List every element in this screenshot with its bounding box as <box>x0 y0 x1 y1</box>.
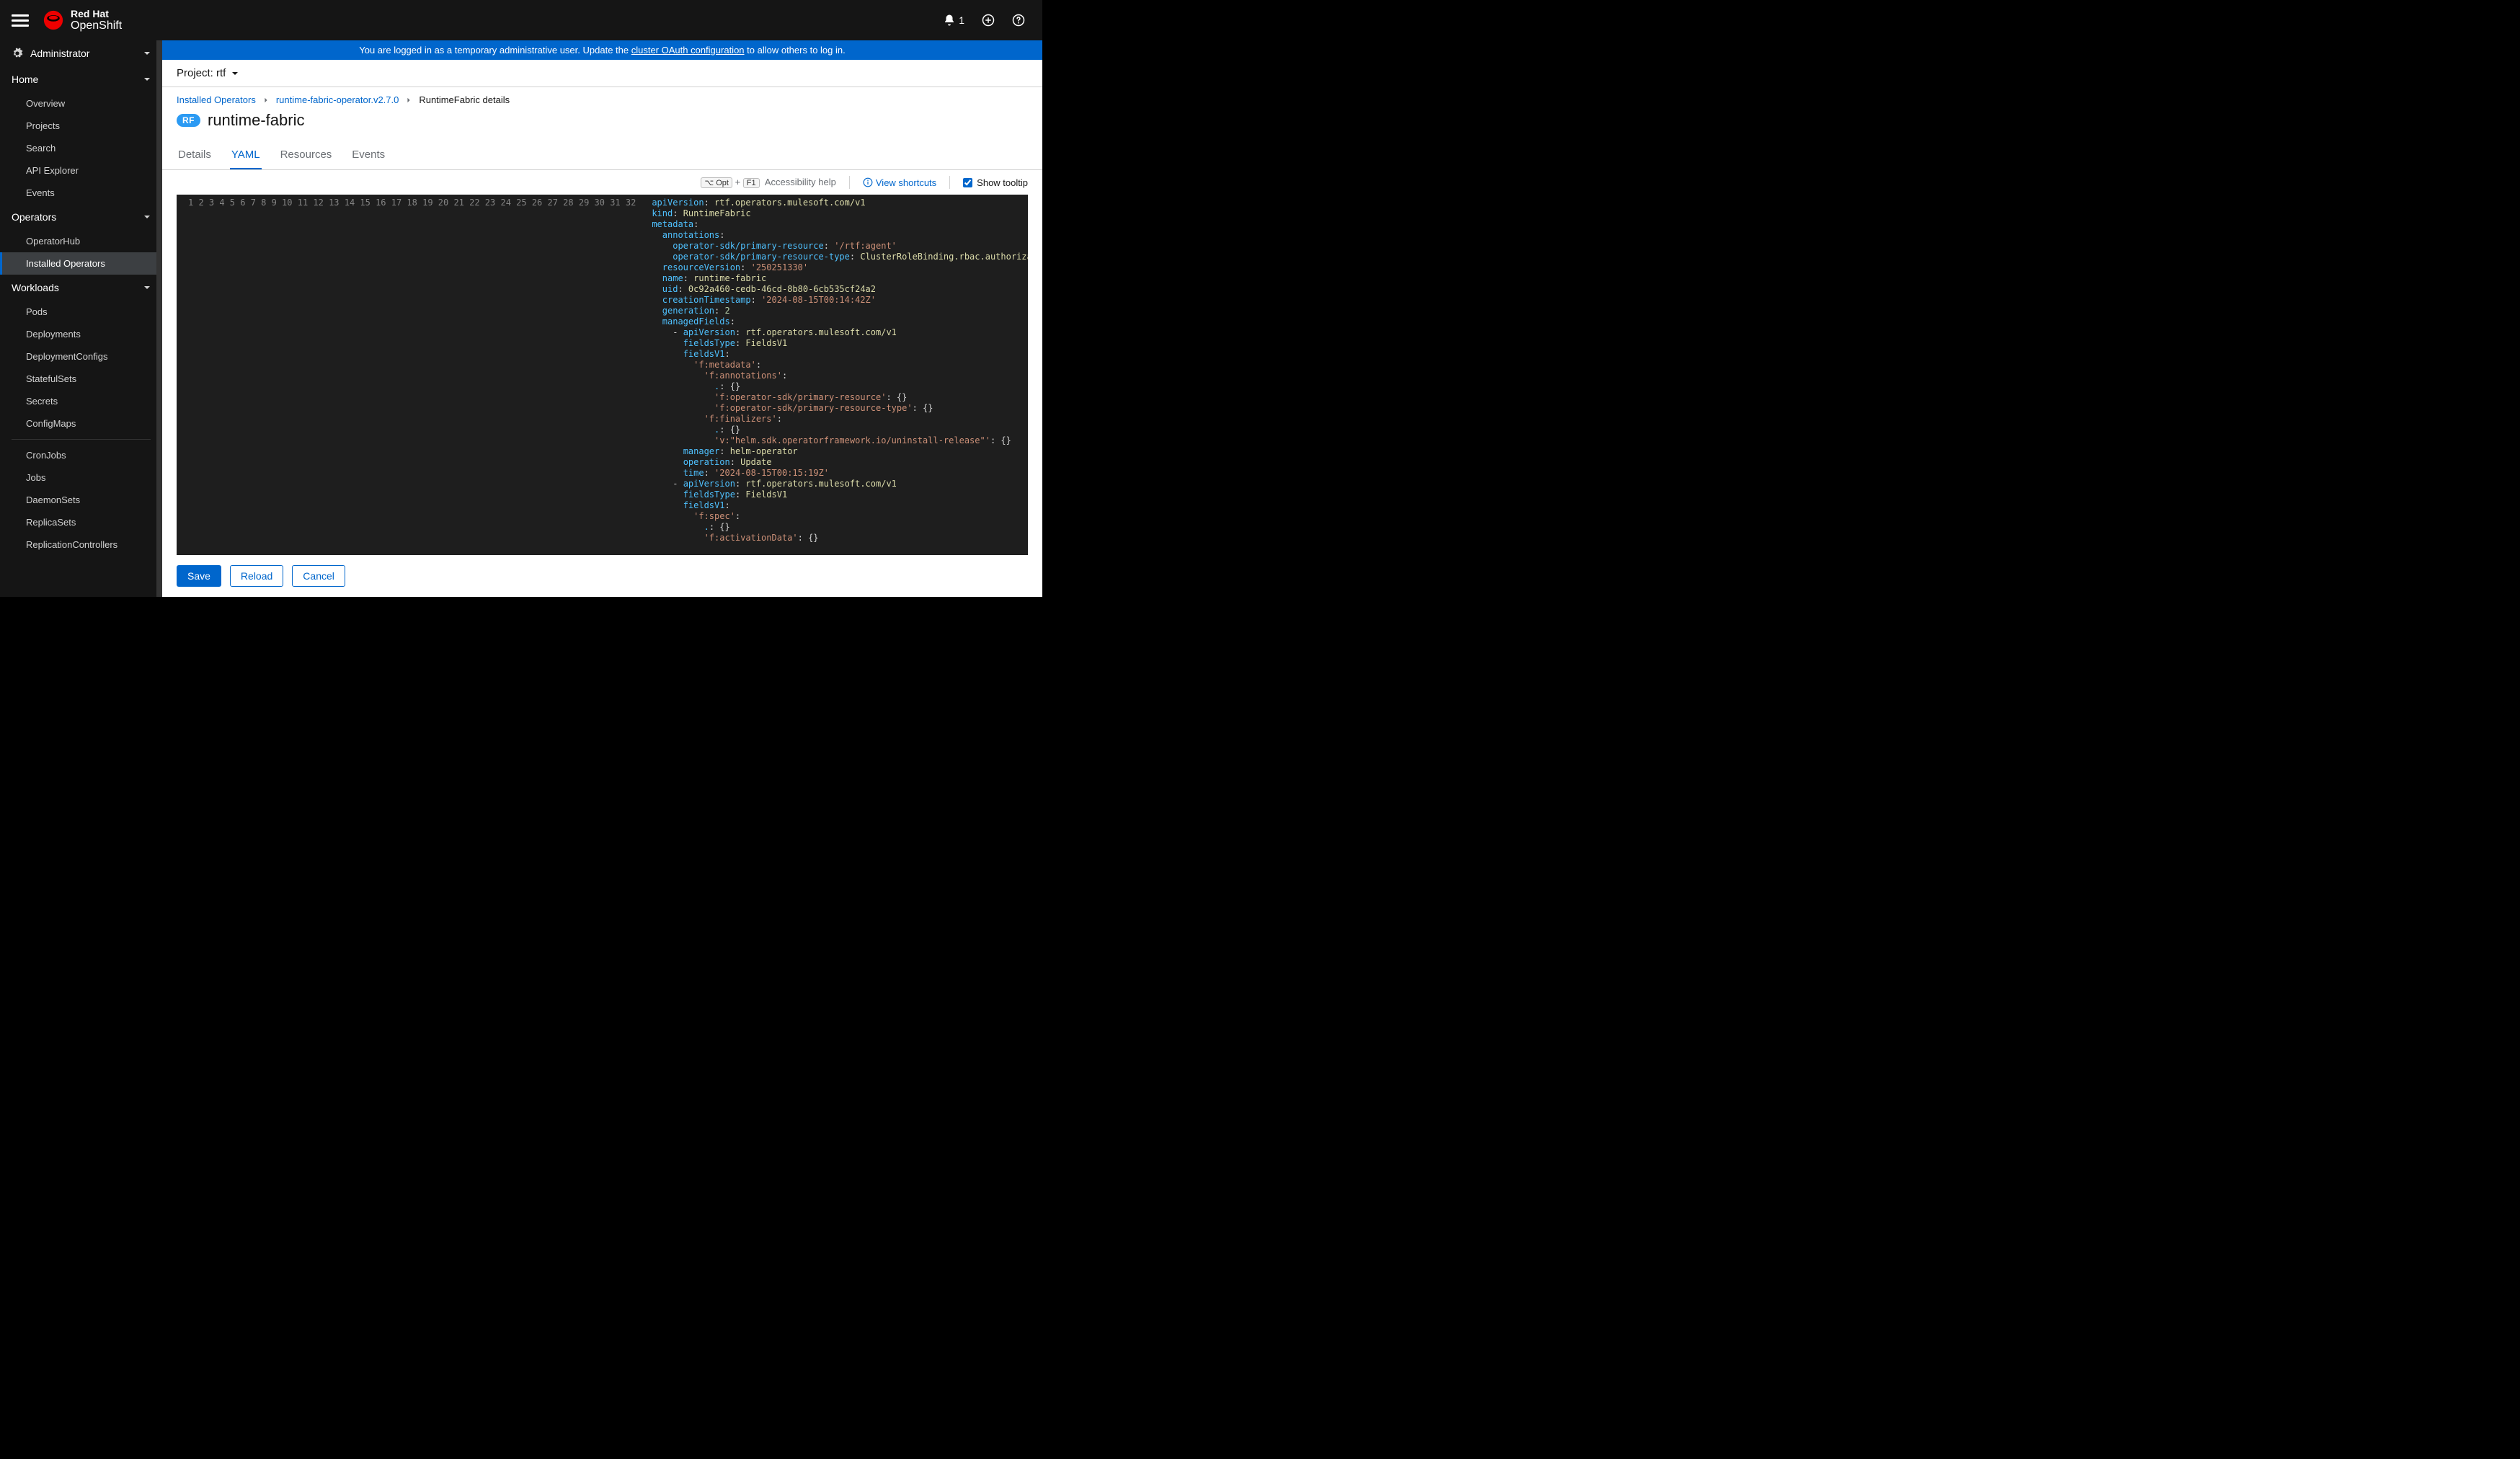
resource-badge: RF <box>177 114 200 127</box>
chevron-right-icon <box>263 94 269 105</box>
perspective-label: Administrator <box>30 48 89 59</box>
nav-item-installed-operators[interactable]: Installed Operators <box>0 252 162 275</box>
line-gutter: 1 2 3 4 5 6 7 8 9 10 11 12 13 14 15 16 1… <box>177 195 643 555</box>
plus-circle-icon[interactable] <box>982 14 995 27</box>
tab-resources[interactable]: Resources <box>279 141 334 169</box>
perspective-switcher[interactable]: Administrator <box>0 40 162 66</box>
nav-item-deployments[interactable]: Deployments <box>0 323 162 345</box>
brand-logo[interactable]: Red Hat OpenShift <box>43 9 122 32</box>
nav-item-projects[interactable]: Projects <box>0 115 162 137</box>
chevron-down-icon <box>143 211 151 223</box>
project-label: Project: rtf <box>177 67 226 79</box>
gear-icon <box>12 48 23 59</box>
nav-item-jobs[interactable]: Jobs <box>0 466 162 489</box>
view-shortcuts-link[interactable]: View shortcuts <box>863 177 936 188</box>
nav-item-statefulsets[interactable]: StatefulSets <box>0 368 162 390</box>
nav-item-replicasets[interactable]: ReplicaSets <box>0 511 162 533</box>
brand-text-top: Red Hat <box>71 9 122 19</box>
nav-item-api-explorer[interactable]: API Explorer <box>0 159 162 182</box>
tabs: Details YAML Resources Events <box>162 141 1042 170</box>
tab-details[interactable]: Details <box>177 141 213 169</box>
action-bar: Save Reload Cancel <box>162 555 1042 597</box>
notification-count: 1 <box>959 14 964 26</box>
cancel-button[interactable]: Cancel <box>292 565 345 587</box>
page-heading: RF runtime-fabric <box>162 105 1042 141</box>
project-selector[interactable]: Project: rtf <box>162 60 1042 87</box>
code-area[interactable]: apiVersion: rtf.operators.mulesoft.com/v… <box>643 195 1028 555</box>
nav-item-replicationcontrollers[interactable]: ReplicationControllers <box>0 533 162 556</box>
masthead: Red Hat OpenShift 1 <box>0 0 1042 40</box>
chevron-down-icon <box>143 48 151 59</box>
bell-icon <box>943 14 956 27</box>
notifications-button[interactable]: 1 <box>943 14 964 27</box>
nav-item-deploymentconfigs[interactable]: DeploymentConfigs <box>0 345 162 368</box>
nav-divider <box>12 439 151 440</box>
tab-events[interactable]: Events <box>350 141 386 169</box>
breadcrumb-current: RuntimeFabric details <box>419 94 510 105</box>
tab-yaml[interactable]: YAML <box>230 141 262 169</box>
nav-section-operators[interactable]: Operators <box>0 204 162 230</box>
sidebar: Administrator Home Overview Projects Sea… <box>0 40 162 597</box>
content: You are logged in as a temporary adminis… <box>162 40 1042 597</box>
nav-item-cronjobs[interactable]: CronJobs <box>0 444 162 466</box>
nav-section-workloads[interactable]: Workloads <box>0 275 162 301</box>
breadcrumb-operator-version[interactable]: runtime-fabric-operator.v2.7.0 <box>276 94 399 105</box>
show-tooltips-toggle[interactable]: Show tooltip <box>963 177 1028 188</box>
nav-section-home[interactable]: Home <box>0 66 162 92</box>
nav-item-overview[interactable]: Overview <box>0 92 162 115</box>
breadcrumb: Installed Operators runtime-fabric-opera… <box>162 87 1042 105</box>
reload-button[interactable]: Reload <box>230 565 283 587</box>
login-banner: You are logged in as a temporary adminis… <box>162 40 1042 60</box>
nav-item-configmaps[interactable]: ConfigMaps <box>0 412 162 435</box>
oauth-config-link[interactable]: cluster OAuth configuration <box>631 45 745 56</box>
nav-item-pods[interactable]: Pods <box>0 301 162 323</box>
help-icon[interactable] <box>1012 14 1025 27</box>
brand-text-bottom: OpenShift <box>71 19 122 32</box>
redhat-fedora-icon <box>43 10 63 30</box>
nav-toggle-button[interactable] <box>12 12 29 29</box>
caret-down-icon <box>231 68 239 79</box>
info-icon <box>863 177 873 187</box>
breadcrumb-installed-operators[interactable]: Installed Operators <box>177 94 256 105</box>
show-tooltips-checkbox[interactable] <box>963 178 972 187</box>
save-button[interactable]: Save <box>177 565 221 587</box>
chevron-right-icon <box>406 94 412 105</box>
accessibility-hint: ⌥ Opt + F1 Accessibility help <box>701 177 835 188</box>
chevron-down-icon <box>143 282 151 293</box>
nav-item-secrets[interactable]: Secrets <box>0 390 162 412</box>
editor-toolbar: ⌥ Opt + F1 Accessibility help View short… <box>162 170 1042 195</box>
nav-item-events[interactable]: Events <box>0 182 162 204</box>
page-title: runtime-fabric <box>208 111 304 130</box>
nav-item-search[interactable]: Search <box>0 137 162 159</box>
yaml-editor[interactable]: 1 2 3 4 5 6 7 8 9 10 11 12 13 14 15 16 1… <box>177 195 1028 555</box>
nav-item-operatorhub[interactable]: OperatorHub <box>0 230 162 252</box>
chevron-down-icon <box>143 74 151 85</box>
nav-item-daemonsets[interactable]: DaemonSets <box>0 489 162 511</box>
